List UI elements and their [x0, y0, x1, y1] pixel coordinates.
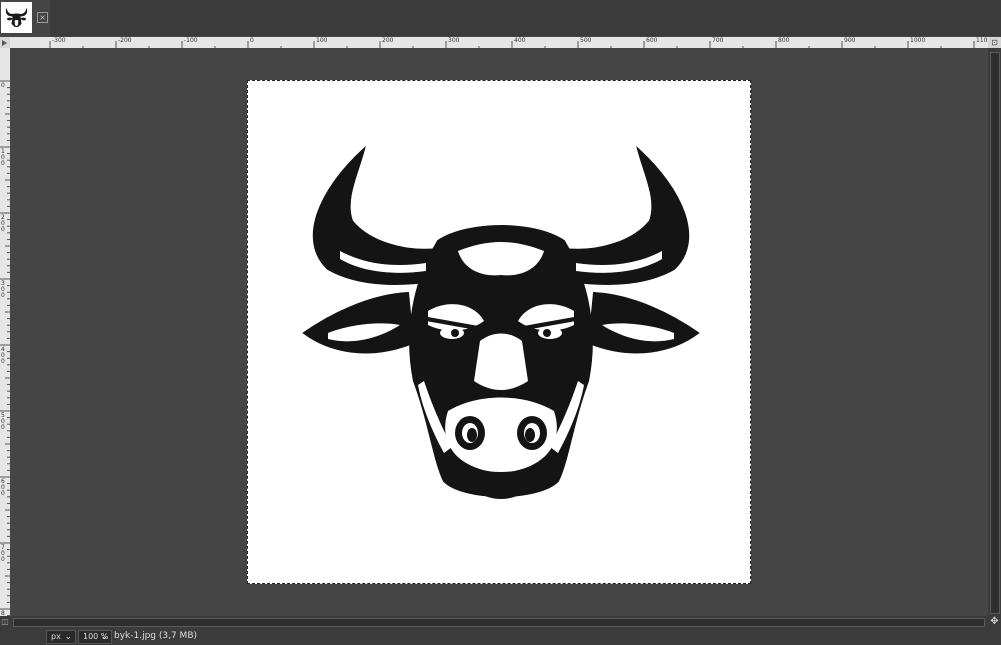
ruler-label: 0	[1, 82, 5, 89]
unit-value: px	[51, 632, 61, 641]
image-tab[interactable]: ×	[0, 0, 50, 36]
image-tabs-bar: ×	[0, 0, 1001, 36]
ruler-label: -200	[118, 37, 132, 44]
close-tab-icon[interactable]: ×	[37, 12, 48, 23]
image-canvas[interactable]	[247, 80, 751, 584]
ruler-label: 300	[448, 37, 460, 44]
ruler-corner-menu-button[interactable]	[0, 37, 10, 48]
bull-head-image	[302, 146, 700, 499]
ruler-label: -100	[184, 37, 198, 44]
ruler-label: 500	[1, 412, 5, 431]
ruler-label: 100	[1, 148, 5, 167]
horizontal-scrollbar[interactable]	[10, 616, 988, 628]
navigate-image-icon[interactable]: ✥	[988, 616, 1001, 628]
zoom-follow-window-button[interactable]: ⊡	[988, 37, 1001, 48]
vertical-scrollbar-thumb[interactable]	[990, 52, 1000, 614]
ruler-label: 100	[316, 37, 328, 44]
zoom-selector[interactable]: 100 % ⌄	[78, 630, 112, 644]
unit-selector[interactable]: px ⌄	[46, 630, 76, 644]
ruler-label: 700	[712, 37, 724, 44]
horizontal-ruler[interactable]: -300 -200 -100 0 100 200 300 400 500 600 700 800 900…	[10, 37, 988, 48]
ruler-label: 400	[514, 37, 526, 44]
ruler-label: 600	[646, 37, 658, 44]
ruler-label: 1000	[910, 37, 926, 44]
horizontal-scrollbar-thumb[interactable]	[13, 618, 985, 627]
ruler-label: 400	[1, 346, 5, 365]
ruler-label: 200	[382, 37, 394, 44]
quick-mask-toggle-icon[interactable]: ◫	[0, 616, 10, 628]
vertical-scrollbar[interactable]	[988, 48, 1001, 616]
status-bar: px ⌄ 100 % ⌄ byk-1.jpg (3,7 MB)	[0, 628, 1001, 645]
ruler-label: 800	[778, 37, 790, 44]
ruler-label: 0	[250, 37, 254, 44]
ruler-label: 1100	[976, 37, 988, 44]
vertical-ruler[interactable]: 0100200300400500600700800	[0, 48, 10, 616]
ruler-label: 900	[844, 37, 856, 44]
ruler-label: 500	[580, 37, 592, 44]
bull-thumbnail-icon[interactable]	[1, 2, 32, 33]
ruler-label: 700	[1, 544, 5, 563]
ruler-label: 200	[1, 214, 5, 233]
chevron-down-icon: ⌄	[64, 632, 72, 642]
file-info-label: byk-1.jpg (3,7 MB)	[114, 631, 198, 641]
ruler-label: 300	[1, 280, 5, 299]
chevron-down-icon: ⌄	[100, 632, 108, 642]
ruler-label: -300	[52, 37, 66, 44]
ruler-label: 600	[1, 478, 5, 497]
vertical-ruler-ticks	[0, 80, 10, 616]
horizontal-ruler-ticks	[49, 41, 975, 48]
